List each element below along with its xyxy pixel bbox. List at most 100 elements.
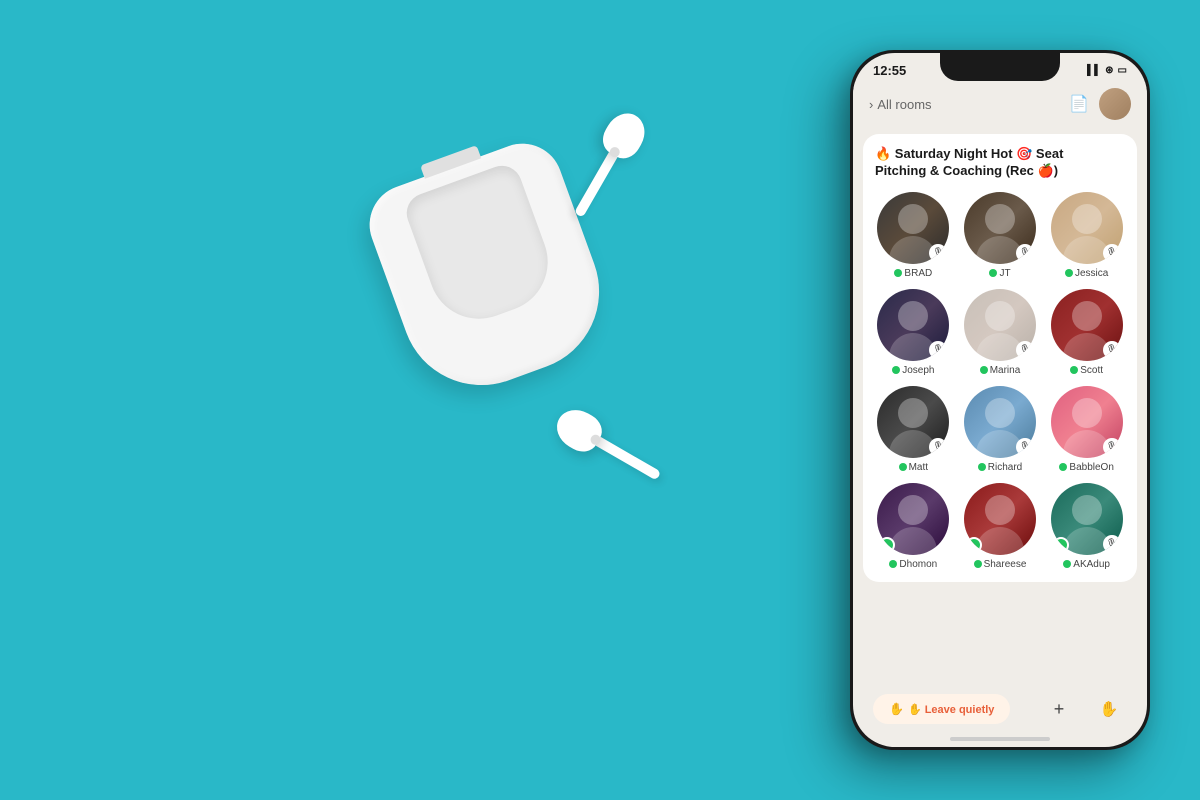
speaker-name: Marina xyxy=(980,365,1021,376)
signal-icon: ▌▌ xyxy=(1087,65,1101,76)
speaker-item[interactable]: 🎙 JT xyxy=(962,192,1039,279)
status-dot xyxy=(989,269,997,277)
mic-off-icon: 🎙 xyxy=(1019,344,1030,355)
speaker-name-text: Shareese xyxy=(984,559,1027,570)
leave-quietly-button[interactable]: ✋ ✋ Leave quietly xyxy=(873,694,1010,724)
bottom-bar: ✋ ✋ Leave quietly + ✋ xyxy=(863,691,1137,727)
speaker-item[interactable]: Dhomon xyxy=(875,483,952,570)
mic-off-icon: 🎙 xyxy=(933,247,944,258)
mic-off-badge: 🎙 xyxy=(1016,341,1034,359)
speaker-name-text: BabbleOn xyxy=(1069,462,1113,473)
mic-off-icon: 🎙 xyxy=(1019,441,1030,452)
battery-icon: ▭ xyxy=(1118,65,1127,76)
mic-off-badge: 🎙 xyxy=(1103,438,1121,456)
speaker-avatar: 🎙 xyxy=(1051,289,1123,361)
speaker-name-text: BRAD xyxy=(904,268,932,279)
mic-off-badge: 🎙 xyxy=(1016,438,1034,456)
speaker-avatar: 🎙 xyxy=(877,386,949,458)
speaker-name-text: Joseph xyxy=(902,365,934,376)
speaker-name-text: Matt xyxy=(909,462,928,473)
speaker-item[interactable]: Shareese xyxy=(962,483,1039,570)
online-badge xyxy=(1053,537,1069,553)
room-title: 🔥 Saturday Night Hot 🎯 Seat Pitching & C… xyxy=(875,146,1125,180)
home-indicator xyxy=(950,737,1050,741)
speaker-item[interactable]: 🎙 Jessica xyxy=(1048,192,1125,279)
status-dot xyxy=(980,366,988,374)
speaker-avatar: 🎙 xyxy=(964,386,1036,458)
speaker-avatar xyxy=(964,483,1036,555)
mic-off-icon: 🎙 xyxy=(1106,247,1117,258)
mic-off-badge: 🎙 xyxy=(1103,341,1121,359)
add-button[interactable]: + xyxy=(1041,691,1077,727)
speaker-name-text: AKAdup xyxy=(1073,559,1110,570)
speaker-item[interactable]: 🎙 Richard xyxy=(962,386,1039,473)
mic-off-badge: 🎙 xyxy=(1103,535,1121,553)
mic-off-icon: 🎙 xyxy=(1106,441,1117,452)
mic-off-badge: 🎙 xyxy=(1103,244,1121,262)
raise-hand-button[interactable]: ✋ xyxy=(1091,691,1127,727)
speaker-name: Scott xyxy=(1070,365,1103,376)
status-dot xyxy=(894,269,902,277)
document-icon[interactable]: 📄 xyxy=(1069,94,1089,114)
all-rooms-label: All rooms xyxy=(877,97,931,112)
speaker-item[interactable]: 🎙BRAD xyxy=(875,192,952,279)
wifi-icon: ⊛ xyxy=(1105,65,1113,76)
speaker-item[interactable]: 🎙 Matt xyxy=(875,386,952,473)
speaker-avatar: 🎙 xyxy=(1051,483,1123,555)
status-icons: ▌▌ ⊛ ▭ xyxy=(1087,65,1127,76)
status-dot xyxy=(1063,560,1071,568)
status-dot xyxy=(889,560,897,568)
speaker-item[interactable]: 🎙 BabbleOn xyxy=(1048,386,1125,473)
speaker-name: BRAD xyxy=(894,268,932,279)
back-nav[interactable]: › All rooms xyxy=(869,97,932,112)
status-time: 12:55 xyxy=(873,63,906,78)
status-dot xyxy=(892,366,900,374)
speaker-name: Joseph xyxy=(892,365,934,376)
speaker-avatar: 🎙 xyxy=(877,289,949,361)
status-dot xyxy=(978,463,986,471)
speaker-name: JT xyxy=(989,268,1010,279)
speaker-name: Richard xyxy=(978,462,1022,473)
mic-off-badge: 🎙 xyxy=(929,244,947,262)
mic-off-icon: 🎙 xyxy=(933,344,944,355)
plus-icon: + xyxy=(1054,699,1065,720)
mic-off-icon: 🎙 xyxy=(1106,538,1117,549)
leave-label: ✋ Leave quietly xyxy=(908,703,994,716)
speaker-item[interactable]: 🎙Scott xyxy=(1048,289,1125,376)
user-avatar[interactable] xyxy=(1099,88,1131,120)
mic-off-badge: 🎙 xyxy=(929,438,947,456)
header-icons: 📄 xyxy=(1069,88,1131,120)
mic-off-icon: 🎙 xyxy=(933,441,944,452)
speaker-avatar: 🎙 xyxy=(964,289,1036,361)
bottom-actions: + ✋ xyxy=(1041,691,1127,727)
speaker-name-text: JT xyxy=(999,268,1010,279)
speakers-grid: 🎙BRAD🎙JT🎙Jessica🎙Joseph🎙Marina🎙Scott🎙Mat… xyxy=(875,192,1125,570)
mic-off-icon: 🎙 xyxy=(1106,344,1117,355)
speaker-avatar: 🎙 xyxy=(877,192,949,264)
status-dot xyxy=(1059,463,1067,471)
status-dot xyxy=(1070,366,1078,374)
speaker-name: Shareese xyxy=(974,559,1027,570)
speaker-avatar: 🎙 xyxy=(1051,386,1123,458)
status-dot xyxy=(1065,269,1073,277)
hand-icon: ✋ xyxy=(1100,700,1119,718)
speaker-name: Matt xyxy=(899,462,928,473)
speaker-name: Jessica xyxy=(1065,268,1108,279)
speaker-name: Dhomon xyxy=(889,559,937,570)
speaker-name-text: Richard xyxy=(988,462,1022,473)
speaker-name: BabbleOn xyxy=(1059,462,1113,473)
speaker-item[interactable]: 🎙 Joseph xyxy=(875,289,952,376)
mic-off-badge: 🎙 xyxy=(1016,244,1034,262)
leave-icon: ✋ xyxy=(889,702,904,716)
speaker-item[interactable]: 🎙 Marina xyxy=(962,289,1039,376)
speaker-name: AKAdup xyxy=(1063,559,1110,570)
speaker-name-text: Scott xyxy=(1080,365,1103,376)
speaker-item[interactable]: 🎙 AKAdup xyxy=(1048,483,1125,570)
mic-off-badge: 🎙 xyxy=(929,341,947,359)
status-dot xyxy=(899,463,907,471)
status-dot xyxy=(974,560,982,568)
room-card: 🔥 Saturday Night Hot 🎯 Seat Pitching & C… xyxy=(863,134,1137,582)
online-badge xyxy=(966,537,982,553)
speaker-name-text: Marina xyxy=(990,365,1021,376)
app-header: › All rooms 📄 xyxy=(853,82,1147,126)
